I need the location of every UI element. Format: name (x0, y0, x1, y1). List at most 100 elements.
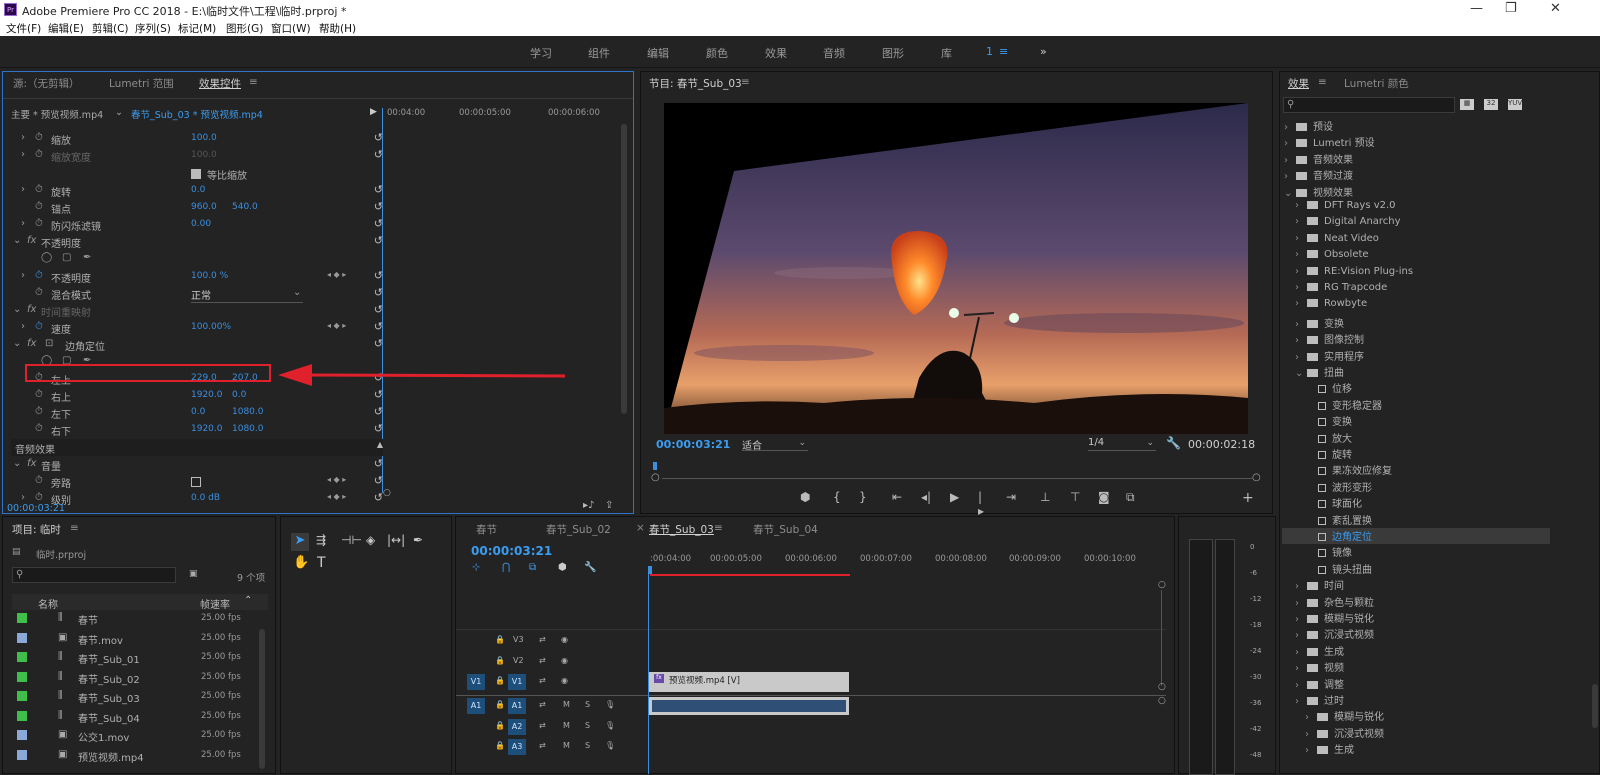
sync-lock-icon[interactable]: ⇄ (539, 721, 546, 730)
sync-lock-icon[interactable]: ⇄ (539, 676, 546, 685)
chevron-right-icon[interactable]: › (1295, 614, 1307, 625)
effects-tree-item[interactable]: › 音频效果 (1284, 151, 1353, 167)
step-back-icon[interactable]: ◂| (921, 490, 931, 504)
stopwatch-icon[interactable]: ⏱ (35, 406, 43, 417)
target-a3[interactable]: A3 (508, 739, 526, 755)
eye-icon[interactable]: ◉ (561, 635, 568, 644)
master-clip-label[interactable]: 主要 * 预览视频.mp4 (11, 107, 103, 121)
tab-lumetri-scopes[interactable]: Lumetri 范围 (109, 76, 174, 91)
wrench-icon[interactable]: 🔧 (1166, 436, 1181, 450)
camera-icon[interactable]: ◙ (1098, 490, 1110, 504)
fx-toggle-icon[interactable]: fx (27, 235, 36, 246)
mic-icon[interactable]: 🎙 (605, 721, 615, 730)
effects-tree-item[interactable]: 放大 (1306, 430, 1352, 446)
sequence-clip-label[interactable]: 春节_Sub_03 * 预览视频.mp4 (131, 107, 263, 121)
new-bin-icon[interactable]: ▣ (189, 569, 198, 579)
effects-tree-item[interactable]: › 模糊与锐化 (1295, 610, 1374, 626)
tab-seq-sub03[interactable]: 春节_Sub_03 (649, 522, 714, 537)
blend-mode-dropdown[interactable]: 正常 (191, 287, 303, 303)
color-label-swatch[interactable] (17, 730, 27, 740)
chevron-right-icon[interactable]: › (1295, 598, 1307, 609)
expand-chevron-icon[interactable]: › (21, 184, 25, 195)
ws-graphics[interactable]: 图形 (882, 45, 904, 61)
effects-tree-item[interactable]: › Obsolete (1295, 249, 1369, 265)
property-value[interactable]: 0.0 (191, 407, 205, 417)
program-timecode[interactable]: 00:00:03:21 (656, 438, 730, 451)
tab-seq-sub04[interactable]: 春节_Sub_04 (753, 522, 818, 537)
expand-chevron-icon[interactable]: › (21, 149, 25, 160)
lock-icon[interactable]: 🔒 (495, 635, 505, 644)
chevron-down-icon[interactable]: ⌄ (1295, 368, 1307, 379)
target-a1[interactable]: A1 (508, 698, 526, 714)
project-item[interactable]: ⫼ 春节_Sub_01 25.00 fps (12, 648, 264, 667)
chevron-right-icon[interactable]: › (1284, 138, 1296, 149)
property-value[interactable]: 100.00% (191, 322, 231, 332)
effects-scrollbar[interactable] (1592, 684, 1598, 728)
stopwatch-icon[interactable]: ⏱ (35, 321, 43, 332)
ws-menu-icon[interactable]: ≡ (999, 45, 1008, 58)
stopwatch-icon[interactable]: ⏱ (35, 492, 43, 503)
chevron-right-icon[interactable]: › (1295, 282, 1307, 293)
effects-tree-item[interactable]: › 预设 (1284, 118, 1333, 134)
reset-icon[interactable]: ↺ (374, 148, 383, 161)
effects-tree-item[interactable]: 位移 (1306, 380, 1352, 396)
mic-icon[interactable]: 🎙 (605, 741, 615, 750)
reset-icon[interactable]: ↺ (374, 200, 383, 213)
menu-sequence[interactable]: 序列(S) (135, 21, 171, 36)
menu-clip[interactable]: 剪辑(C) (92, 21, 129, 36)
fit-dropdown[interactable]: 适合 ⌄ (742, 437, 808, 452)
tab-lumetri-color[interactable]: Lumetri 颜色 (1344, 76, 1409, 91)
close-tab-icon[interactable]: × (636, 522, 645, 534)
solo-button[interactable]: S (585, 721, 590, 730)
project-search-input[interactable]: ⚲ (12, 567, 176, 583)
effects-tree-item[interactable]: › 生成 (1295, 643, 1344, 659)
solo-button[interactable]: S (585, 741, 590, 750)
panel-menu-icon[interactable]: ≡ (70, 522, 79, 534)
effects-tree-item[interactable]: › 沉浸式视频 (1305, 725, 1384, 741)
property-value[interactable]: 960.0 (191, 202, 217, 212)
mark-in-icon[interactable]: { (833, 490, 841, 504)
video-clip[interactable]: fx 预览视频.mp4 [V] (649, 672, 849, 692)
effects-tree-item[interactable]: › 模糊与锐化 (1305, 708, 1384, 724)
effects-tree-item[interactable]: › Rowbyte (1295, 298, 1367, 314)
effects-tree-item[interactable]: › RE:Vision Plug-ins (1295, 266, 1413, 282)
ws-custom[interactable]: 1 (986, 45, 993, 58)
reset-icon[interactable]: ↺ (374, 337, 383, 350)
program-playhead[interactable] (653, 462, 657, 470)
program-title[interactable]: 节目: 春节_Sub_03 (649, 76, 742, 91)
reset-icon[interactable]: ↺ (374, 183, 383, 196)
ws-more-icon[interactable]: » (1040, 45, 1047, 58)
keyframe-nav-icon[interactable]: ◂ ◆ ▸ (327, 492, 346, 501)
expand-chevron-icon[interactable]: › (21, 218, 25, 229)
target-v1[interactable]: V1 (508, 674, 526, 690)
source-patch-a1[interactable]: A1 (467, 698, 485, 714)
effects-tree-item[interactable]: 变换 (1306, 413, 1352, 429)
solo-button[interactable]: S (585, 700, 590, 709)
tab-seq-chunjie[interactable]: 春节 (476, 522, 497, 537)
panel-menu-icon[interactable]: ≡ (1318, 76, 1327, 88)
chevron-right-icon[interactable]: › (1295, 335, 1307, 346)
effects-tree-item[interactable]: 旋转 (1306, 446, 1352, 462)
marker-icon[interactable]: ⬢ (800, 490, 810, 504)
lock-icon[interactable]: 🔒 (495, 700, 505, 709)
ws-color[interactable]: 颜色 (706, 45, 728, 61)
ec-timecode[interactable]: 00:00:03:21 (7, 503, 65, 514)
panel-menu-icon[interactable]: ≡ (714, 522, 723, 534)
a-zoom-start[interactable]: ○ (1158, 696, 1166, 706)
chevron-right-icon[interactable]: › (1295, 233, 1307, 244)
property-value[interactable]: 0.0 (191, 185, 205, 195)
lock-icon[interactable]: 🔒 (495, 656, 505, 665)
hand-tool-icon[interactable]: ✋ (293, 555, 309, 570)
reset-icon[interactable]: ↺ (374, 457, 383, 470)
close-button[interactable]: ✕ (1550, 1, 1561, 16)
tab-seq-sub02[interactable]: 春节_Sub_02 (546, 522, 611, 537)
filter-icon[interactable]: ▸♪ (583, 500, 594, 511)
effects-tree-item[interactable]: 紊乱置换 (1306, 512, 1372, 528)
property-value[interactable]: 100.0 (191, 150, 217, 160)
reset-icon[interactable]: ↺ (374, 405, 383, 418)
keyframe-nav-icon[interactable]: ◂ ◆ ▸ (327, 475, 346, 484)
effects-tree-item[interactable]: 波形变形 (1306, 479, 1372, 495)
reset-icon[interactable]: ↺ (374, 422, 383, 435)
add-button-icon[interactable]: + (1242, 490, 1254, 506)
chevron-right-icon[interactable]: › (1284, 122, 1296, 133)
